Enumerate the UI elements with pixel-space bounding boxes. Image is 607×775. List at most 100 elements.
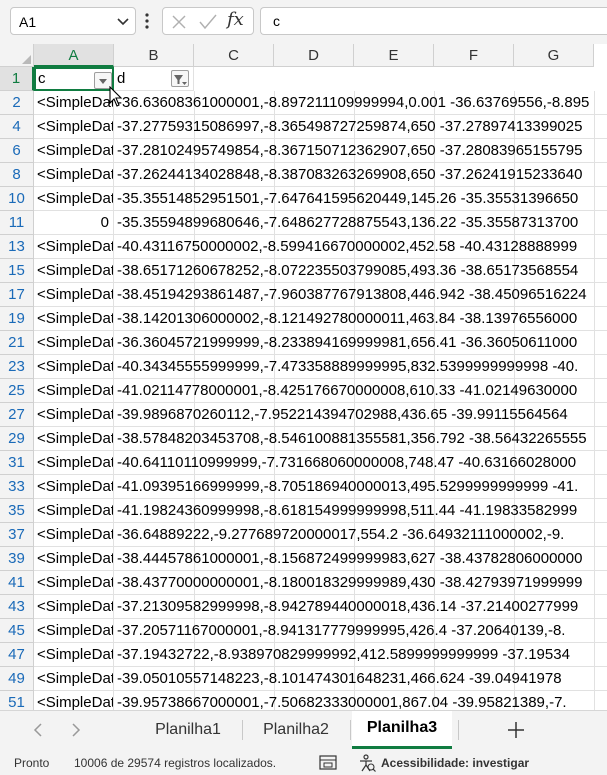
cell-a[interactable]: <SimpleData	[34, 403, 114, 427]
more-options-icon[interactable]	[144, 12, 150, 30]
cell-b[interactable]: -41.19824360999998,-8.618154999999998,51…	[114, 499, 607, 523]
column-header-b[interactable]: B	[114, 44, 194, 67]
filter-active-icon[interactable]	[171, 70, 189, 87]
cell-a[interactable]: <SimpleData	[34, 307, 114, 331]
column-header-f[interactable]: F	[434, 44, 514, 67]
row-header[interactable]: 49	[0, 667, 34, 691]
cell-b[interactable]: -37.21309582999998,-8.942789440000018,43…	[114, 595, 607, 619]
cell-b[interactable]: -38.57848203453708,-8.546100881355581,35…	[114, 427, 607, 451]
cell-a[interactable]: <SimpleData	[34, 379, 114, 403]
sheet-tab-2[interactable]: Planilha2	[244, 711, 348, 749]
cell-b[interactable]: -37.26244134028848,-8.387083263269908,65…	[114, 163, 607, 187]
fx-icon[interactable]: fx	[227, 9, 244, 30]
cell-b[interactable]: -35.35594899680646,-7.648627728875543,13…	[114, 211, 607, 235]
cell-a[interactable]: <SimpleData	[34, 427, 114, 451]
status-accessibility[interactable]: Acessibilidade: investigar	[381, 756, 529, 770]
row-header[interactable]: 2	[0, 91, 34, 115]
cell-b[interactable]: -36.36045721999999,-8.233894169999981,65…	[114, 331, 607, 355]
cell-a[interactable]: <SimpleData	[34, 619, 114, 643]
scroll-right-icon[interactable]	[70, 723, 82, 737]
cell-a[interactable]: <SimpleData	[34, 331, 114, 355]
cancel-icon[interactable]	[171, 14, 187, 30]
cell-a[interactable]: <SimpleData	[34, 643, 114, 667]
sheet-tab-1[interactable]: Planilha1	[136, 711, 240, 749]
cell-b[interactable]: -37.27759315086997,-8.365498727259874,65…	[114, 115, 607, 139]
column-header-g[interactable]: G	[514, 44, 594, 67]
row-header[interactable]: 11	[0, 211, 34, 235]
cell-b[interactable]: -37.28102495749854,-8.367150712362907,65…	[114, 139, 607, 163]
cell-a[interactable]: <SimpleData	[34, 595, 114, 619]
cell-a[interactable]: <SimpleData	[34, 547, 114, 571]
cell-a[interactable]: <SimpleData	[34, 163, 114, 187]
cell-a[interactable]: <SimpleData	[34, 139, 114, 163]
row-header[interactable]: 4	[0, 115, 34, 139]
column-header-e[interactable]: E	[354, 44, 434, 67]
cell-b[interactable]: -39.05010557148223,-8.101474301648231,46…	[114, 667, 607, 691]
row-header[interactable]: 6	[0, 139, 34, 163]
row-header[interactable]: 8	[0, 163, 34, 187]
sheet-tab-3[interactable]: Planilha3	[352, 711, 452, 749]
cell-b[interactable]: -39.95738667000001,-7.50682333000001,867…	[114, 691, 607, 710]
enter-icon[interactable]	[199, 14, 217, 30]
cell-a[interactable]: <SimpleData	[34, 451, 114, 475]
row-header[interactable]: 19	[0, 307, 34, 331]
row-header[interactable]: 35	[0, 499, 34, 523]
row-header[interactable]: 10	[0, 187, 34, 211]
add-sheet-icon[interactable]	[506, 720, 526, 740]
cell-b[interactable]: -38.45194293861487,-7.960387767913808,44…	[114, 283, 607, 307]
cell-b[interactable]: -41.09395166999999,-8.705186940000013,49…	[114, 475, 607, 499]
cell-b[interactable]: -36.64889222,-9.277689720000017,554.2 -3…	[114, 523, 607, 547]
row-header[interactable]: 27	[0, 403, 34, 427]
cell-a[interactable]: <SimpleData	[34, 475, 114, 499]
row-header[interactable]: 15	[0, 259, 34, 283]
row-header[interactable]: 33	[0, 475, 34, 499]
cell-b[interactable]: -37.20571167000001,-8.941317779999995,42…	[114, 619, 607, 643]
cell-a[interactable]: <SimpleData	[34, 91, 114, 115]
row-header[interactable]: 1	[0, 67, 34, 91]
cell-a[interactable]: <SimpleData	[34, 499, 114, 523]
cell-b[interactable]: -36.63608361000001,-8.897211109999994,0.…	[114, 91, 607, 115]
row-header[interactable]: 37	[0, 523, 34, 547]
row-header[interactable]: 29	[0, 427, 34, 451]
row-header[interactable]: 13	[0, 235, 34, 259]
worksheet-grid[interactable]: ABCDEFG 1 c d 2<SimpleData-36.6360836100…	[0, 44, 607, 710]
scroll-left-icon[interactable]	[32, 723, 44, 737]
cell-a[interactable]: <SimpleData	[34, 235, 114, 259]
cell-a[interactable]: <SimpleData	[34, 667, 114, 691]
row-header[interactable]: 41	[0, 571, 34, 595]
cell-b[interactable]: -40.34345555999999,-7.473358889999995,83…	[114, 355, 607, 379]
cell-a[interactable]: 0	[34, 211, 114, 235]
cell-b[interactable]: -38.14201306000002,-8.121492780000011,46…	[114, 307, 607, 331]
row-header[interactable]: 43	[0, 595, 34, 619]
cell-a[interactable]: <SimpleData	[34, 571, 114, 595]
cell-b[interactable]: -38.43770000000001,-8.180018329999989,43…	[114, 571, 607, 595]
row-header[interactable]: 39	[0, 547, 34, 571]
cell-b[interactable]: -40.64110110999999,-7.731668060000008,74…	[114, 451, 607, 475]
cell-a[interactable]: <SimpleData	[34, 691, 114, 710]
cell-a[interactable]: <SimpleData	[34, 259, 114, 283]
accessibility-icon[interactable]	[358, 754, 376, 772]
select-all-corner[interactable]	[0, 44, 34, 67]
column-header-d[interactable]: D	[274, 44, 354, 67]
cell-a[interactable]: <SimpleData	[34, 523, 114, 547]
page-layout-icon[interactable]	[319, 755, 337, 770]
row-header[interactable]: 31	[0, 451, 34, 475]
cell-b1[interactable]: d	[114, 67, 194, 91]
cell-b[interactable]: -41.02114778000001,-8.425176670000008,61…	[114, 379, 607, 403]
column-header-c[interactable]: C	[194, 44, 274, 67]
cell-b[interactable]: -38.44457861000001,-8.156872499999983,62…	[114, 547, 607, 571]
cell-b[interactable]: -37.19432722,-8.938970829999992,412.5899…	[114, 643, 607, 667]
row-header[interactable]: 25	[0, 379, 34, 403]
cell-b[interactable]: -38.65171260678252,-8.072235503799085,49…	[114, 259, 607, 283]
cell-a[interactable]: <SimpleData	[34, 355, 114, 379]
chevron-down-icon[interactable]	[117, 17, 129, 27]
row-header[interactable]: 45	[0, 619, 34, 643]
column-header-a[interactable]: A	[34, 44, 114, 67]
cell-a[interactable]: <SimpleData	[34, 283, 114, 307]
row-header[interactable]: 47	[0, 643, 34, 667]
cell-b[interactable]: -35.35514852951501,-7.647641595620449,14…	[114, 187, 607, 211]
cell-a[interactable]: <SimpleData	[34, 187, 114, 211]
cell-a1[interactable]: c	[34, 67, 114, 91]
row-header[interactable]: 21	[0, 331, 34, 355]
cell-a[interactable]: <SimpleData	[34, 115, 114, 139]
